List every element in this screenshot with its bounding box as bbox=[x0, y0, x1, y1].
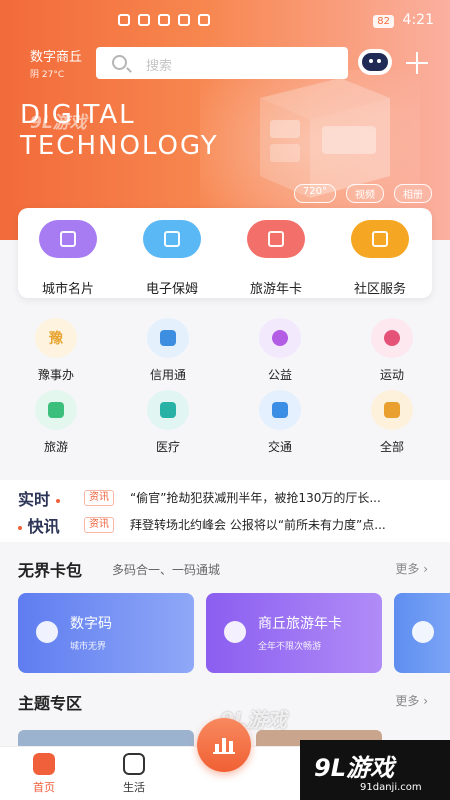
service-yushiban[interactable]: 豫 豫事办 bbox=[16, 318, 96, 383]
assistant-robot-icon[interactable] bbox=[358, 49, 392, 75]
tab-life[interactable]: 生活 bbox=[104, 753, 164, 795]
wifi-icon bbox=[138, 14, 150, 26]
quick-access-card: 城市名片 电子保姆 旅游年卡 社区服务 bbox=[18, 208, 432, 298]
tag-720[interactable]: 720° bbox=[293, 184, 336, 203]
wallet-card-digital-code[interactable]: 数字码 城市无界 bbox=[18, 593, 194, 673]
medal-icon bbox=[351, 220, 409, 258]
tag-video[interactable]: 视频 bbox=[346, 184, 384, 203]
home-icon bbox=[33, 753, 55, 775]
yushiban-icon: 豫 bbox=[35, 318, 77, 358]
quick-item-e-nanny[interactable]: 电子保姆 bbox=[132, 220, 212, 297]
bus-icon bbox=[259, 390, 301, 430]
banner-tags: 720° 视频 相册 bbox=[293, 184, 432, 203]
location-weather[interactable]: 数字商丘 阴 27°C bbox=[30, 46, 82, 80]
quick-item-label: 旅游年卡 bbox=[249, 282, 302, 297]
credit-icon bbox=[147, 318, 189, 358]
piggy-bank-icon bbox=[259, 318, 301, 358]
add-icon[interactable] bbox=[404, 50, 430, 76]
card-subtitle: 城市无界 bbox=[70, 642, 107, 652]
card-subtitle: 全年不限次畅游 bbox=[258, 642, 322, 652]
card-icon bbox=[247, 220, 305, 258]
quick-item-label: 电子保姆 bbox=[145, 282, 198, 297]
medical-kit-icon bbox=[147, 390, 189, 430]
search-icon bbox=[112, 55, 127, 70]
themes-title: 主题专区 bbox=[18, 694, 83, 713]
id-card-icon bbox=[36, 621, 58, 643]
service-charity[interactable]: 公益 bbox=[240, 318, 320, 383]
heart-icon bbox=[412, 621, 434, 643]
quick-item-city-card[interactable]: 城市名片 bbox=[28, 220, 108, 297]
quick-item-travel-card[interactable]: 旅游年卡 bbox=[236, 220, 316, 297]
news-item[interactable]: “偷官”抢劫犯获减刑半年，被抢130万的厅长... bbox=[130, 489, 440, 506]
life-icon bbox=[123, 753, 145, 775]
service-label: 全部 bbox=[379, 440, 404, 454]
robot-icon bbox=[143, 220, 201, 258]
palm-tree-icon bbox=[35, 390, 77, 430]
header-banner[interactable]: 82 4:21 数字商丘 阴 27°C 搜索 DIGITAL TECHNOLOG… bbox=[0, 0, 450, 240]
news-brand-line-1: 实时 bbox=[18, 486, 60, 510]
wallet-title: 无界卡包 bbox=[18, 561, 83, 580]
bicycle-icon bbox=[371, 318, 413, 358]
service-label: 运动 bbox=[379, 368, 404, 382]
card-title: 数字码 bbox=[70, 616, 112, 632]
service-label: 医疗 bbox=[155, 440, 180, 454]
app-icon bbox=[178, 14, 190, 26]
wallet-card-partial[interactable] bbox=[394, 593, 450, 673]
service-all[interactable]: 全部 bbox=[352, 390, 432, 455]
news-ticker[interactable]: 实时 快讯 资讯 “偷官”抢劫犯获减刑半年，被抢130万的厅长... 资讯 拜登… bbox=[0, 480, 450, 542]
watermark-url: 91danji.com bbox=[360, 782, 422, 793]
quick-item-community[interactable]: 社区服务 bbox=[340, 220, 420, 297]
grid-icon bbox=[371, 390, 413, 430]
service-label: 豫事办 bbox=[37, 368, 74, 382]
city-card-icon bbox=[39, 220, 97, 258]
banner-illustration bbox=[260, 78, 390, 198]
search-placeholder: 搜索 bbox=[146, 59, 173, 74]
service-label: 交通 bbox=[267, 440, 292, 454]
clock: 4:21 bbox=[402, 12, 434, 28]
status-bar: 82 4:21 bbox=[0, 0, 450, 40]
status-icons bbox=[118, 14, 210, 26]
service-sport[interactable]: 运动 bbox=[352, 318, 432, 383]
news-badge: 资讯 bbox=[84, 490, 114, 506]
wallet-more-link[interactable]: 更多 › bbox=[395, 560, 428, 577]
service-transport[interactable]: 交通 bbox=[240, 390, 320, 455]
tag-album[interactable]: 相册 bbox=[394, 184, 432, 203]
notification-icon bbox=[118, 14, 130, 26]
service-label: 信用通 bbox=[149, 368, 186, 382]
news-brand-line-2: 快讯 bbox=[18, 513, 60, 537]
service-travel[interactable]: 旅游 bbox=[16, 390, 96, 455]
watermark-badge: 9L游戏 91danji.com bbox=[300, 740, 450, 800]
news-badge: 资讯 bbox=[84, 517, 114, 533]
center-action-button[interactable] bbox=[197, 718, 251, 772]
themes-more-link[interactable]: 更多 › bbox=[395, 692, 428, 709]
battery-level: 82 bbox=[373, 15, 394, 28]
city-name: 数字商丘 bbox=[30, 50, 83, 65]
wallet-subtitle: 多码合一、一码通城 bbox=[112, 563, 221, 577]
card-title: 商丘旅游年卡 bbox=[258, 616, 342, 632]
watermark-logo: 9L游戏 bbox=[30, 113, 87, 133]
wallet-card-travel[interactable]: 商丘旅游年卡 全年不限次畅游 bbox=[206, 593, 382, 673]
watermark-text: 9L游戏 bbox=[314, 754, 394, 782]
chart-icon bbox=[213, 736, 235, 754]
news-item[interactable]: 拜登转场北约峰会 公报将以“前所未有力度”点... bbox=[130, 516, 440, 533]
service-label: 旅游 bbox=[43, 440, 68, 454]
app-icon bbox=[198, 14, 210, 26]
theme-card[interactable] bbox=[18, 730, 194, 746]
banner-line-2: TECHNOLOGY bbox=[20, 131, 219, 161]
app-icon bbox=[158, 14, 170, 26]
service-credit[interactable]: 信用通 bbox=[128, 318, 208, 383]
quick-item-label: 社区服务 bbox=[353, 282, 406, 297]
quick-item-label: 城市名片 bbox=[41, 282, 94, 297]
service-medical[interactable]: 医疗 bbox=[128, 390, 208, 455]
search-input[interactable]: 搜索 bbox=[96, 47, 348, 79]
tab-home[interactable]: 首页 bbox=[14, 753, 74, 795]
weather-text: 阴 27°C bbox=[30, 70, 65, 80]
service-label: 公益 bbox=[267, 368, 292, 382]
ticket-icon bbox=[224, 621, 246, 643]
